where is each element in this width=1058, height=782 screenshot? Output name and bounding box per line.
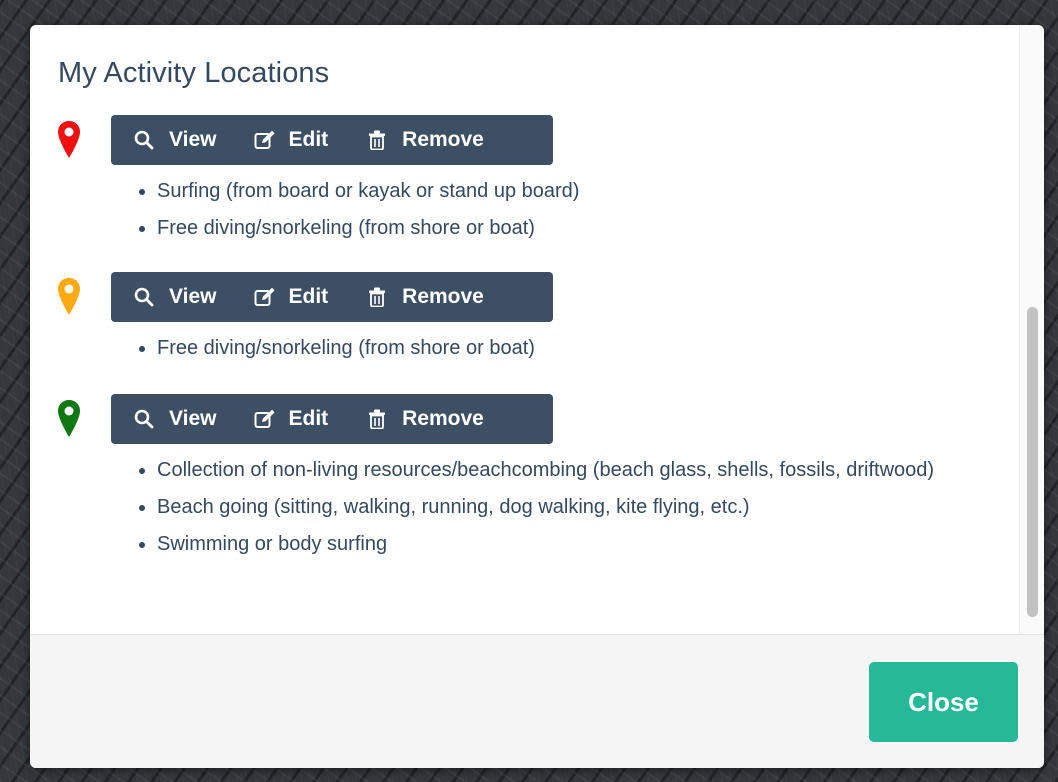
view-label: View	[169, 407, 217, 430]
close-button[interactable]: Close	[869, 662, 1018, 742]
edit-button[interactable]: Edit	[254, 115, 328, 165]
edit-icon	[254, 286, 276, 308]
remove-button[interactable]: Remove	[366, 115, 484, 165]
edit-label: Edit	[288, 285, 329, 308]
search-icon	[133, 408, 155, 430]
list-item: Free diving/snorkeling (from shore or bo…	[157, 210, 997, 247]
remove-label: Remove	[402, 407, 484, 430]
remove-label: Remove	[402, 285, 484, 308]
activity-list: Collection of non-living resources/beach…	[135, 452, 997, 563]
search-icon	[133, 129, 155, 151]
trash-icon	[366, 286, 388, 308]
edit-button[interactable]: Edit	[254, 394, 328, 444]
list-item: Collection of non-living resources/beach…	[157, 452, 997, 489]
map-marker-icon	[58, 121, 80, 158]
scrollbar-thumb[interactable]	[1027, 307, 1038, 617]
view-button[interactable]: View	[133, 115, 216, 165]
list-item: Swimming or body surfing	[157, 526, 997, 563]
view-label: View	[169, 128, 217, 151]
view-button[interactable]: View	[133, 394, 216, 444]
view-button[interactable]: View	[133, 272, 216, 322]
edit-icon	[254, 129, 276, 151]
list-item: Beach going (sitting, walking, running, …	[157, 489, 997, 526]
dialog-body: My Activity Locations View Edit Remove •…	[30, 25, 1044, 634]
dialog-title: My Activity Locations	[58, 57, 330, 89]
location-actions: View Edit Remove	[111, 394, 553, 444]
dialog-footer: Close	[30, 634, 1044, 768]
view-label: View	[169, 285, 217, 308]
search-icon	[133, 286, 155, 308]
activity-list: Surfing (from board or kayak or stand up…	[135, 173, 997, 247]
list-item: Free diving/snorkeling (from shore or bo…	[157, 330, 997, 367]
map-marker-icon	[58, 400, 80, 437]
location-actions: View Edit Remove	[111, 272, 553, 322]
activity-locations-dialog: My Activity Locations View Edit Remove •…	[30, 25, 1044, 768]
location-actions: View Edit Remove	[111, 115, 553, 165]
trash-icon	[366, 129, 388, 151]
remove-button[interactable]: Remove	[366, 272, 484, 322]
edit-label: Edit	[288, 407, 329, 430]
scrollbar[interactable]	[1019, 25, 1044, 634]
map-marker-icon	[58, 278, 80, 315]
remove-button[interactable]: Remove	[366, 394, 484, 444]
edit-icon	[254, 408, 276, 430]
activity-list: Free diving/snorkeling (from shore or bo…	[135, 330, 997, 367]
edit-label: Edit	[288, 128, 329, 151]
trash-icon	[366, 408, 388, 430]
edit-button[interactable]: Edit	[254, 272, 328, 322]
remove-label: Remove	[402, 128, 484, 151]
list-item: Surfing (from board or kayak or stand up…	[157, 173, 997, 210]
